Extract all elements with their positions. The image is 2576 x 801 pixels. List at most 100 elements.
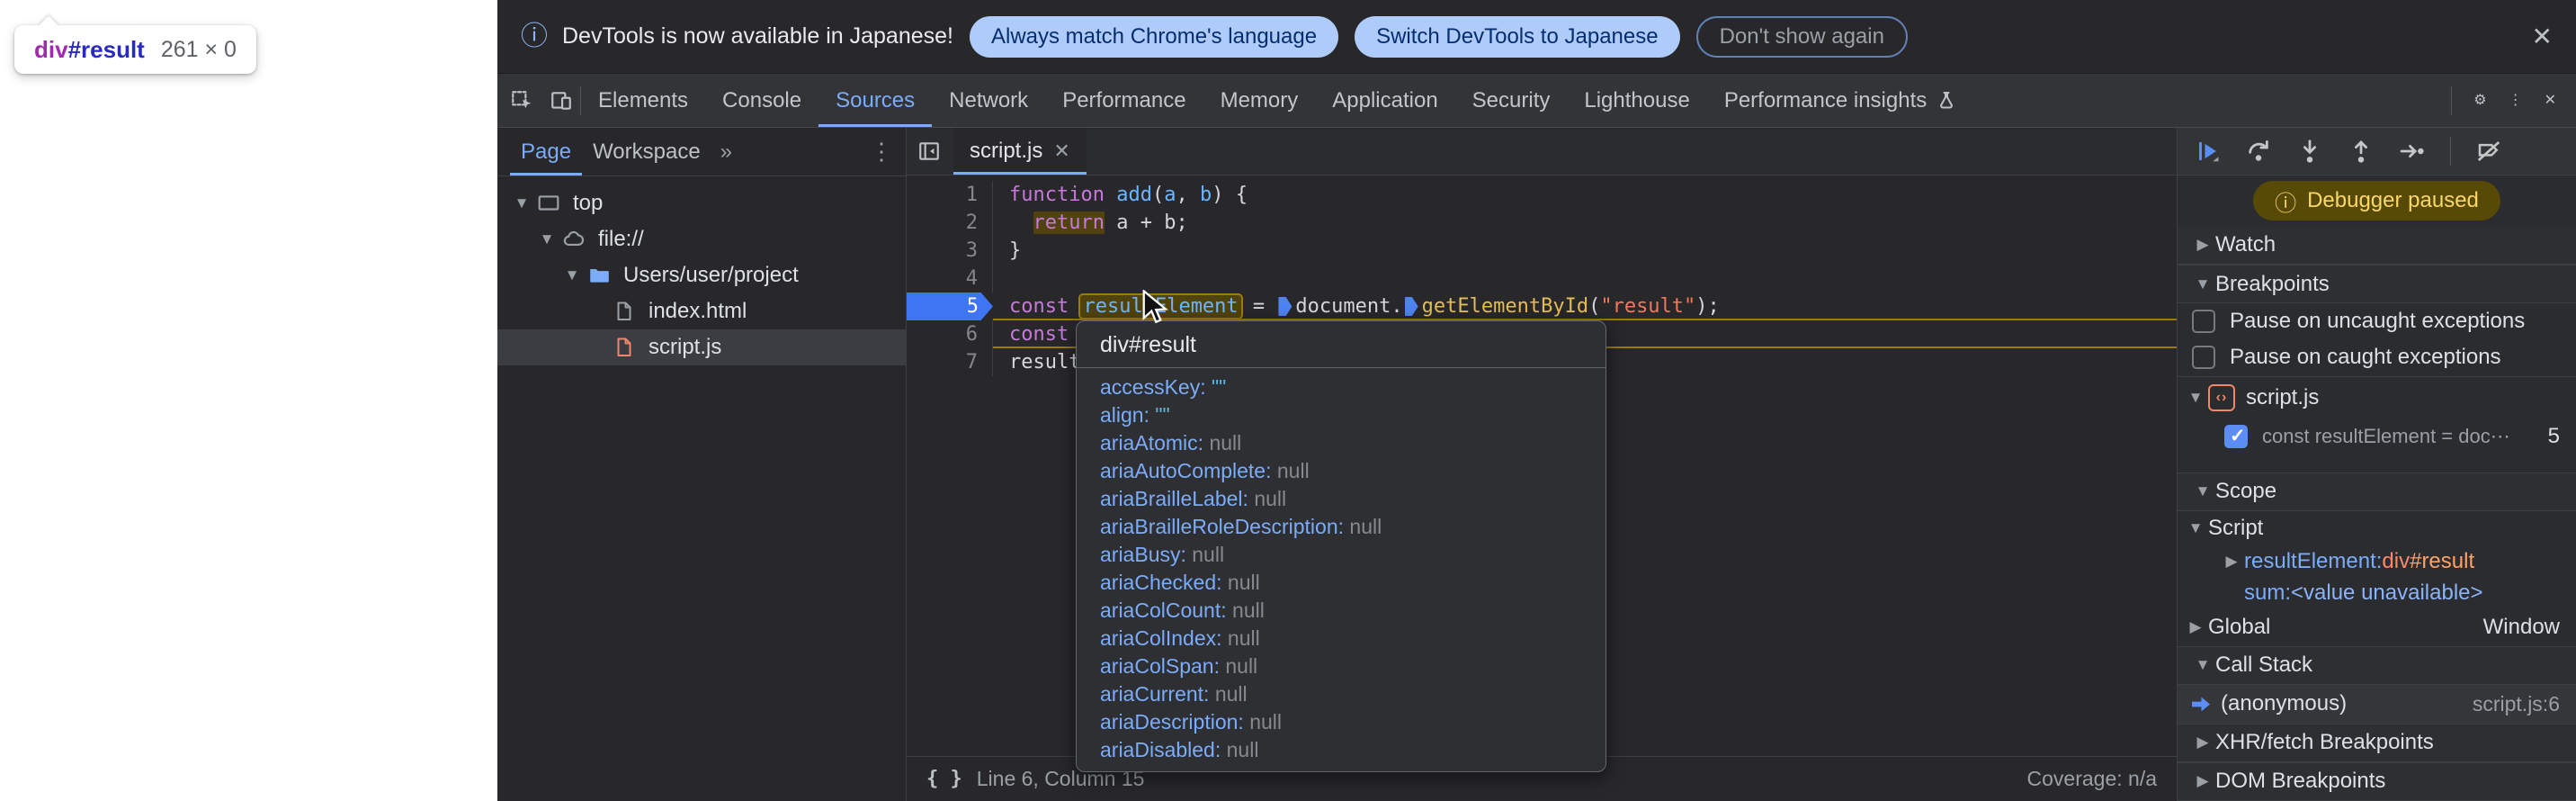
chevron-down-icon[interactable]: ▼ xyxy=(510,194,533,212)
mouse-cursor xyxy=(1140,290,1173,330)
step-out-icon[interactable] xyxy=(2348,138,2375,165)
popover-property-row: ariaColCount: null xyxy=(1077,597,1606,625)
tab-label: Application xyxy=(1332,88,1437,113)
tab-security[interactable]: Security xyxy=(1455,74,1568,127)
pause-caught-row[interactable]: Pause on caught exceptions xyxy=(2178,338,2576,377)
chevron-down-icon[interactable]: ▼ xyxy=(560,266,584,284)
code-line-content[interactable] xyxy=(993,265,2177,292)
navigator-toggle-icon[interactable] xyxy=(917,140,941,163)
tree-item-script-js[interactable]: script.js xyxy=(497,329,906,365)
code-token: getElementById xyxy=(1422,295,1588,318)
property-key: ariaColCount: xyxy=(1100,598,1232,622)
continue-to-here-marker-icon[interactable] xyxy=(1278,297,1292,316)
devtools-close-icon[interactable]: ✕ xyxy=(2545,94,2556,108)
toolbar-right-icons: ⚙ ⋮ ✕ xyxy=(2451,74,2576,127)
continue-to-here-marker-icon[interactable] xyxy=(1405,297,1418,316)
code-line-content[interactable]: function add(a, b) { xyxy=(993,181,2177,209)
property-key: ariaBrailleRoleDescription: xyxy=(1100,515,1349,538)
editor-tab-close-icon[interactable]: ✕ xyxy=(1053,140,1069,163)
tab-performance[interactable]: Performance xyxy=(1045,74,1203,127)
resume-script-icon[interactable] xyxy=(2194,138,2221,165)
line-number[interactable]: 3 xyxy=(907,237,993,265)
popover-property-row: ariaAutoComplete: null xyxy=(1077,457,1606,485)
inspect-element-icon[interactable] xyxy=(510,89,533,112)
line-number[interactable]: 2 xyxy=(907,209,993,237)
section-watch[interactable]: ▶ Watch xyxy=(2178,226,2576,265)
chevron-right-icon: ▶ xyxy=(2219,553,2244,571)
popover-property-row: ariaBrailleLabel: null xyxy=(1077,485,1606,513)
device-toolbar-icon[interactable] xyxy=(550,89,573,112)
scope-script-label: Script xyxy=(2208,516,2263,541)
scope-script-group[interactable]: ▼ Script xyxy=(2178,511,2576,546)
settings-gear-icon[interactable]: ⚙ xyxy=(2473,94,2486,108)
scope-var-resultelement[interactable]: ▶ resultElement: div#result xyxy=(2178,546,2576,578)
match-chrome-language-button[interactable]: Always match Chrome's language xyxy=(970,16,1338,58)
chevron-down-icon[interactable]: ▼ xyxy=(535,230,559,248)
tab-performance-insights[interactable]: Performance insights xyxy=(1707,74,1974,127)
chevron-right-icon: ▶ xyxy=(2190,236,2215,254)
property-value: null xyxy=(1277,459,1310,482)
tab-label: Performance insights xyxy=(1724,88,1927,113)
code-line-content[interactable]: } xyxy=(993,237,2177,265)
browser-page-background: div#result 261 × 0 xyxy=(0,0,497,801)
pause-uncaught-checkbox[interactable] xyxy=(2192,310,2215,333)
navigator-menu-icon[interactable]: ⋮ xyxy=(870,138,893,166)
step-icon[interactable] xyxy=(2399,138,2426,165)
popover-property-row: ariaDisabled: null xyxy=(1077,736,1606,764)
code-token: a xyxy=(1164,184,1176,206)
property-key: ariaColIndex: xyxy=(1100,626,1228,650)
code-token: ) { xyxy=(1212,184,1248,206)
tab-memory[interactable]: Memory xyxy=(1203,74,1316,127)
step-over-icon[interactable] xyxy=(2245,138,2272,165)
section-scope[interactable]: ▼ Scope xyxy=(2178,472,2576,511)
section-breakpoints[interactable]: ▼ Breakpoints xyxy=(2178,265,2576,303)
popover-property-row: ariaColSpan: null xyxy=(1077,652,1606,680)
navigator-tab-workspace[interactable]: Workspace xyxy=(582,128,711,176)
tab-lighthouse[interactable]: Lighthouse xyxy=(1567,74,1706,127)
tree-item-top[interactable]: ▼top xyxy=(497,185,906,221)
chevron-down-icon: ▼ xyxy=(2190,656,2215,674)
property-value: null xyxy=(1227,738,1259,761)
step-into-icon[interactable] xyxy=(2296,138,2323,165)
property-value: null xyxy=(1215,682,1248,706)
infobar-close-icon[interactable]: ✕ xyxy=(2532,22,2553,51)
section-xhr-breakpoints[interactable]: ▶ XHR/fetch Breakpoints xyxy=(2178,724,2576,762)
deactivate-breakpoints-icon[interactable] xyxy=(2475,138,2502,165)
tree-item-index-html[interactable]: index.html xyxy=(497,293,906,329)
breakpoint-snippet: const resultElement = doc⋯ xyxy=(2262,425,2510,448)
tab-label: Memory xyxy=(1221,88,1299,113)
breakpoint-line-number: 5 xyxy=(2548,424,2576,449)
line-number[interactable]: 6 xyxy=(907,320,993,348)
breakpoint-entry-row[interactable]: const resultElement = doc⋯ 5 xyxy=(2178,418,2576,456)
dont-show-again-button[interactable]: Don't show again xyxy=(1696,16,1908,58)
tab-application[interactable]: Application xyxy=(1315,74,1454,127)
more-options-icon[interactable]: ⋮ xyxy=(2509,94,2523,108)
code-line-3: 3} xyxy=(907,237,2177,265)
line-number[interactable]: 4 xyxy=(907,265,993,292)
tree-item-users-user-project[interactable]: ▼Users/user/project xyxy=(497,257,906,293)
property-value: null xyxy=(1192,543,1224,566)
toolbar-divider xyxy=(2451,86,2452,115)
editor-tab-scriptjs[interactable]: script.js ✕ xyxy=(953,128,1087,175)
breakpoint-checkbox[interactable] xyxy=(2224,425,2248,448)
call-stack-frame-row[interactable]: (anonymous) script.js:6 xyxy=(2178,685,2576,724)
breakpoint-file-group[interactable]: ▼ ‹› script.js xyxy=(2178,377,2576,418)
tab-elements[interactable]: Elements xyxy=(581,74,705,127)
tab-console[interactable]: Console xyxy=(705,74,818,127)
code-line-content[interactable]: return a + b; xyxy=(993,209,2177,237)
pause-caught-checkbox[interactable] xyxy=(2192,346,2215,369)
section-dom-breakpoints[interactable]: ▶ DOM Breakpoints xyxy=(2178,762,2576,801)
tree-item-file-[interactable]: ▼file:// xyxy=(497,221,906,257)
switch-devtools-japanese-button[interactable]: Switch DevTools to Japanese xyxy=(1355,16,1680,58)
line-number[interactable]: 1 xyxy=(907,181,993,209)
pretty-print-icon[interactable]: { } xyxy=(926,768,962,790)
line-number[interactable]: 7 xyxy=(907,348,993,376)
more-tabs-icon[interactable]: » xyxy=(720,140,732,165)
pause-uncaught-row[interactable]: Pause on uncaught exceptions xyxy=(2178,303,2576,338)
section-call-stack[interactable]: ▼ Call Stack xyxy=(2178,646,2576,685)
tab-network[interactable]: Network xyxy=(932,74,1045,127)
scope-global-group[interactable]: ▶ Global Window xyxy=(2178,609,2576,646)
navigator-tab-page[interactable]: Page xyxy=(510,128,582,176)
execution-line-marker[interactable]: 5 xyxy=(907,292,993,320)
tab-sources[interactable]: Sources xyxy=(818,74,932,127)
